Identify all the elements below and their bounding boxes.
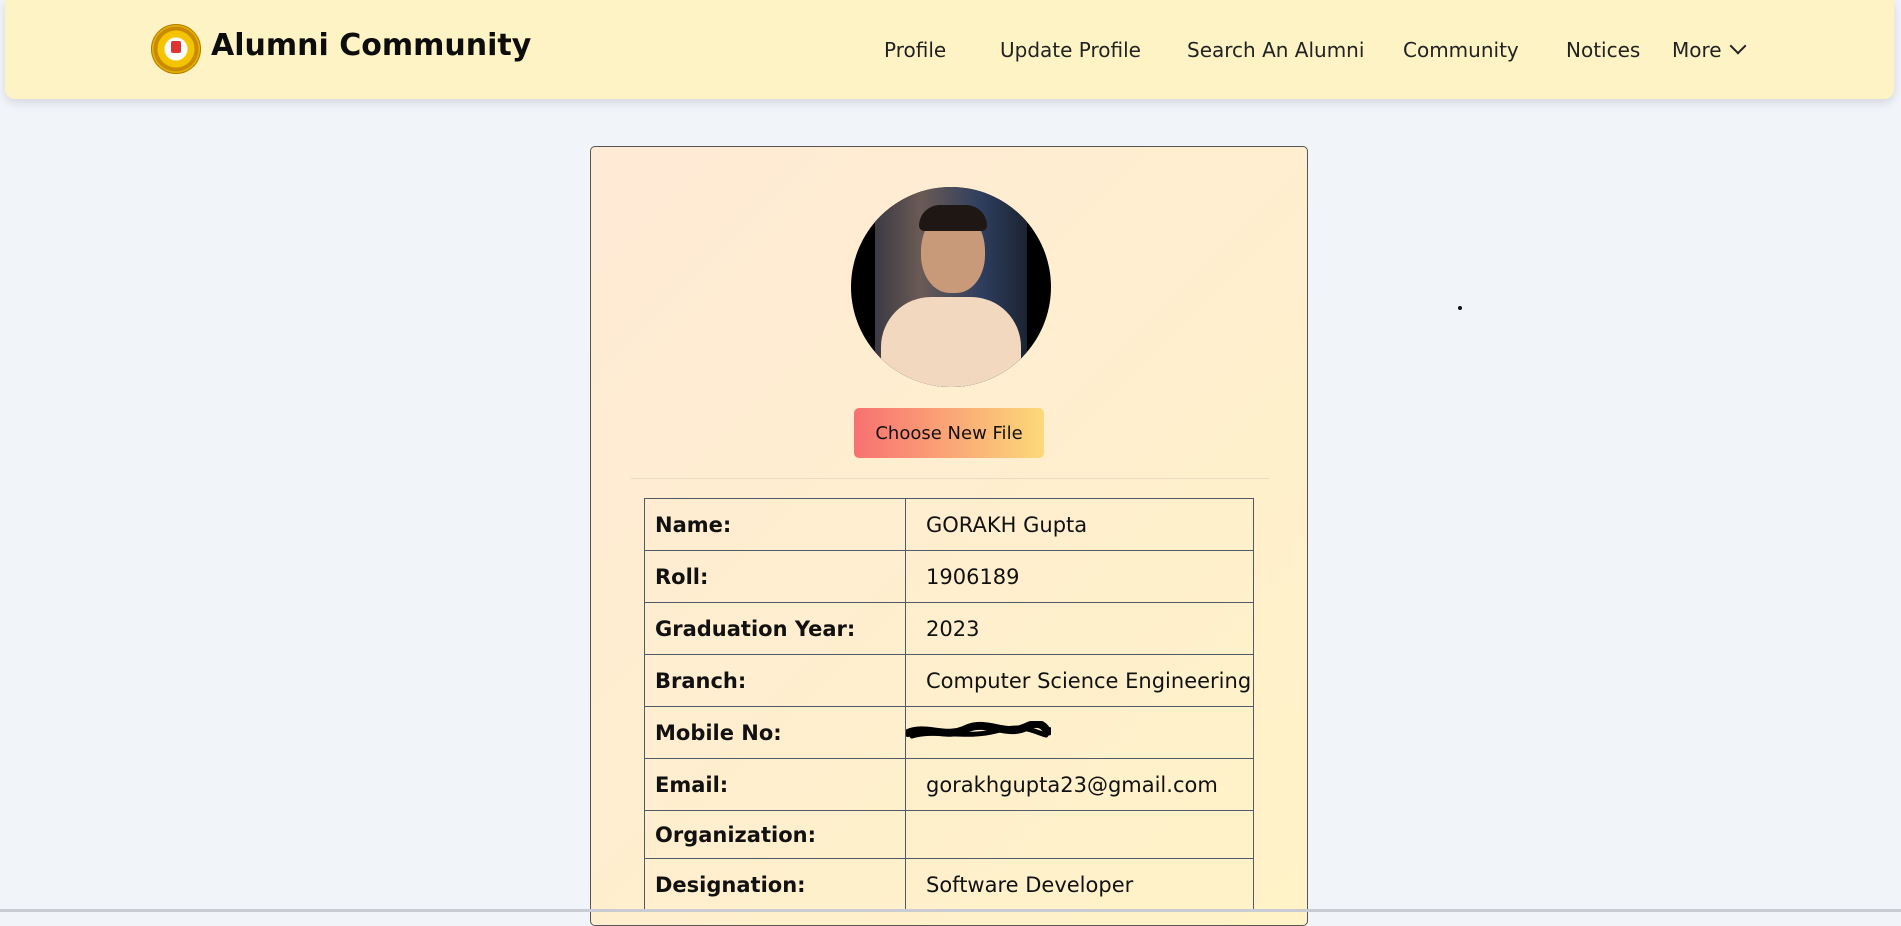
chevron-down-icon	[1729, 37, 1747, 55]
divider	[631, 478, 1269, 479]
table-row: Email: gorakhgupta23@gmail.com	[644, 758, 1254, 811]
nav-more-label: More	[1672, 38, 1722, 62]
table-row: Branch: Computer Science Engineering	[644, 654, 1254, 707]
organization-value	[905, 810, 1254, 859]
graduation-year-label: Graduation Year:	[644, 602, 906, 655]
branch-value: Computer Science Engineering	[905, 654, 1254, 707]
nav-notices[interactable]: Notices	[1566, 38, 1640, 62]
nav-update-profile[interactable]: Update Profile	[1000, 38, 1141, 62]
designation-label: Designation:	[644, 858, 906, 911]
navbar: Alumni Community Profile Update Profile …	[5, 0, 1894, 99]
table-row: Organization:	[644, 810, 1254, 859]
avatar	[851, 187, 1051, 387]
name-label: Name:	[644, 498, 906, 551]
organization-label: Organization:	[644, 810, 906, 859]
cursor-dot	[1458, 306, 1462, 310]
mobile-label: Mobile No:	[644, 706, 906, 759]
choose-new-file-button[interactable]: Choose New File	[854, 408, 1044, 458]
nav-search-alumni[interactable]: Search An Alumni	[1187, 38, 1364, 62]
name-value: GORAKH Gupta	[905, 498, 1254, 551]
profile-info-table: Name: GORAKH Gupta Roll: 1906189 Graduat…	[644, 498, 1254, 911]
redaction-scribble	[906, 721, 1051, 739]
table-row: Roll: 1906189	[644, 550, 1254, 603]
roll-value: 1906189	[905, 550, 1254, 603]
table-row: Mobile No:	[644, 706, 1254, 759]
avatar-hair	[919, 205, 987, 231]
roll-label: Roll:	[644, 550, 906, 603]
graduation-year-value: 2023	[905, 602, 1254, 655]
mobile-value-redacted	[905, 706, 1254, 759]
nav-more[interactable]: More	[1672, 37, 1747, 62]
designation-value: Software Developer	[905, 858, 1254, 911]
nav-profile[interactable]: Profile	[884, 38, 946, 62]
nav-links: Profile Update Profile Search An Alumni …	[5, 37, 1894, 68]
nav-community[interactable]: Community	[1403, 38, 1519, 62]
email-value: gorakhgupta23@gmail.com	[905, 758, 1254, 811]
table-row: Designation: Software Developer	[644, 858, 1254, 911]
email-label: Email:	[644, 758, 906, 811]
branch-label: Branch:	[644, 654, 906, 707]
table-row: Name: GORAKH Gupta	[644, 498, 1254, 551]
profile-card: Choose New File Name: GORAKH Gupta Roll:…	[590, 146, 1308, 926]
table-row: Graduation Year: 2023	[644, 602, 1254, 655]
avatar-body	[881, 297, 1021, 387]
